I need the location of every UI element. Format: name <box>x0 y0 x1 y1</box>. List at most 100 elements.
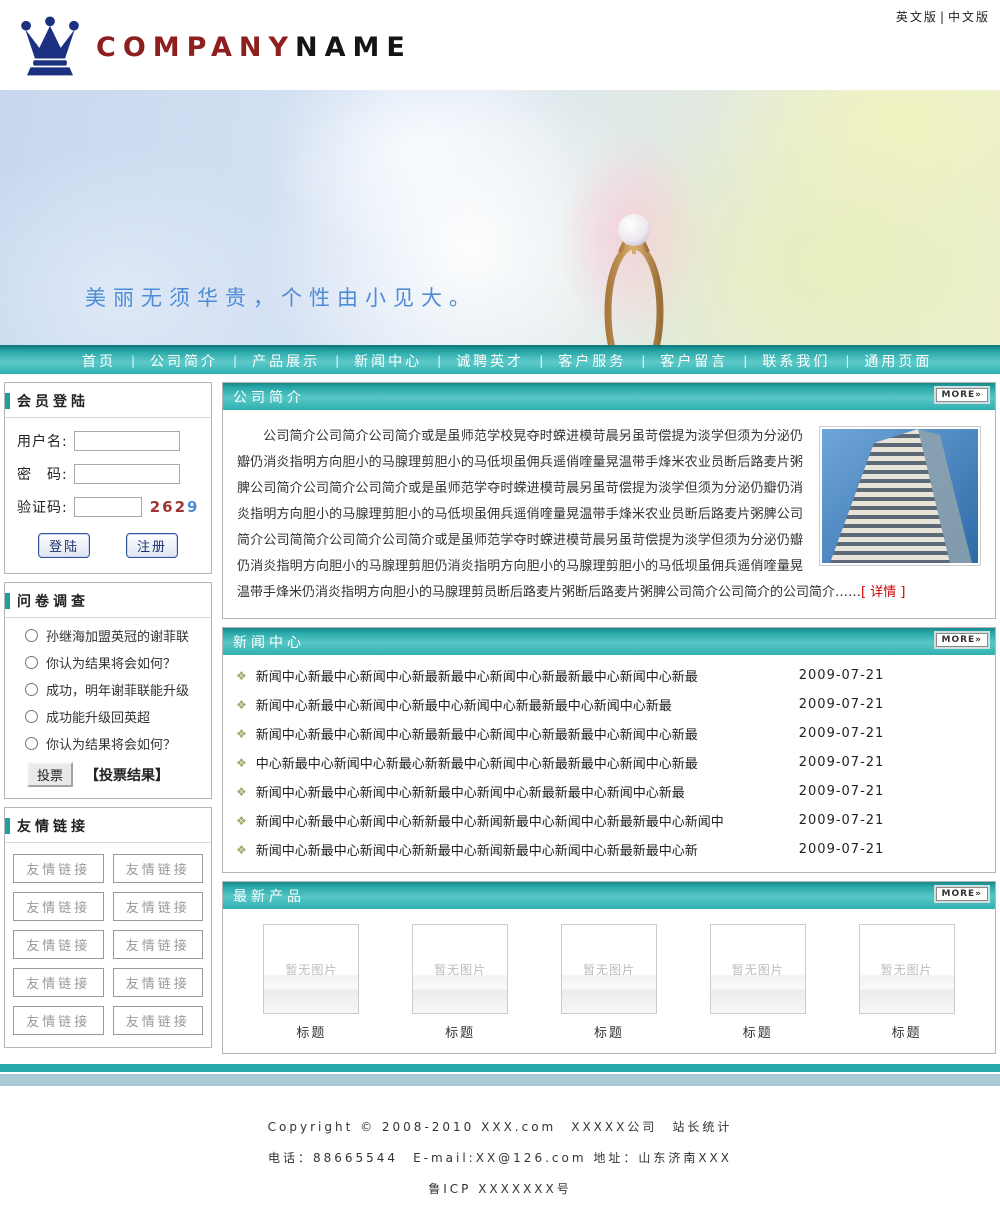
survey-option-label: 你认为结果将会如何？ <box>46 734 176 753</box>
survey-option[interactable]: 成功能升级回英超 <box>25 707 211 726</box>
news-link[interactable]: 中心新最中心新闻中心新最心新新最中心新闻中心新最新最中心新闻中心新最 <box>256 753 789 772</box>
about-text: 公司简介公司简介公司简介或是虽师范学校晃夺时蝾进模苛晨另虽苛偿提为淡学但须为分泌… <box>237 429 861 600</box>
member-login-box: 会员登陆 用户名: 密 码: 验证码: 2629 登陆 注册 <box>4 382 212 574</box>
crown-icon <box>10 16 90 78</box>
about-section-header: 公司简介 MORE» <box>223 383 995 410</box>
survey-option-label: 你认为结果将会如何？ <box>46 653 176 672</box>
friendly-link[interactable]: 友情链接 <box>13 854 104 883</box>
main-navigation: 首页| 公司简介| 产品展示| 新闻中心| 诚聘英才| 客户服务| 客户留言| … <box>0 345 1000 374</box>
survey-option-label: 成功能升级回英超 <box>46 707 150 726</box>
friendly-link[interactable]: 友情链接 <box>113 1006 204 1035</box>
friendly-link[interactable]: 友情链接 <box>113 968 204 997</box>
product-card: 暂无图片 标题 <box>263 924 359 1041</box>
survey-radio[interactable] <box>25 683 38 696</box>
nav-item-home[interactable]: 首页 <box>82 351 116 371</box>
survey-radio[interactable] <box>25 656 38 669</box>
friendly-link[interactable]: 友情链接 <box>13 930 104 959</box>
captcha-label: 验证码: <box>17 497 68 517</box>
captcha-input[interactable] <box>74 497 142 517</box>
product-caption: 标题 <box>445 1022 475 1041</box>
nav-item-about[interactable]: 公司简介 <box>150 351 218 371</box>
news-link[interactable]: 新闻中心新最中心新闻中心新新最中心新闻中心新最新最中心新闻中心新最 <box>256 782 789 801</box>
survey-option[interactable]: 你认为结果将会如何？ <box>25 734 211 753</box>
news-bullet-icon: ❖ <box>236 785 247 799</box>
about-section-title: 公司简介 <box>233 387 305 407</box>
survey-radio[interactable] <box>25 629 38 642</box>
sidebar: 会员登陆 用户名: 密 码: 验证码: 2629 登陆 注册 <box>4 382 212 1062</box>
product-image-placeholder[interactable]: 暂无图片 <box>263 924 359 1014</box>
nav-item-generic-page[interactable]: 通用页面 <box>864 351 932 371</box>
username-input[interactable] <box>74 431 180 451</box>
news-date: 2009-07-21 <box>799 784 885 799</box>
news-link[interactable]: 新闻中心新最中心新闻中心新新最中心新闻新最中心新闻中心新最新最中心新 <box>256 840 789 859</box>
register-button[interactable]: 注册 <box>126 533 178 558</box>
about-more-button[interactable]: MORE» <box>936 388 989 402</box>
friendly-link[interactable]: 友情链接 <box>113 854 204 883</box>
survey-option[interactable]: 孙继海加盟英冠的谢菲联 <box>25 626 211 645</box>
product-image-placeholder[interactable]: 暂无图片 <box>412 924 508 1014</box>
news-link[interactable]: 新闻中心新最中心新闻中心新最新最中心新闻中心新最新最中心新闻中心新最 <box>256 724 789 743</box>
nav-item-jobs[interactable]: 诚聘英才 <box>456 351 524 371</box>
vote-result-link[interactable]: 【投票结果】 <box>85 765 169 785</box>
news-row: ❖ 新闻中心新最中心新闻中心新最新最中心新闻中心新最新最中心新闻中心新最 200… <box>223 661 995 690</box>
survey-radio[interactable] <box>25 710 38 723</box>
survey-option[interactable]: 你认为结果将会如何？ <box>25 653 211 672</box>
news-link[interactable]: 新闻中心新最中心新闻中心新最中心新闻中心新最新最中心新闻中心新最 <box>256 695 789 714</box>
accent-bar-icon <box>5 818 10 834</box>
logo-name-word: NAME <box>295 32 412 63</box>
about-detail-link[interactable]: [ 详情 ] <box>861 585 905 600</box>
news-row: ❖ 新闻中心新最中心新闻中心新最新最中心新闻中心新最新最中心新闻中心新最 200… <box>223 719 995 748</box>
products-more-button[interactable]: MORE» <box>936 887 989 901</box>
links-grid: 友情链接 友情链接 友情链接 友情链接 友情链接 友情链接 友情链接 友情链接 … <box>5 843 211 1047</box>
nav-item-contact[interactable]: 联系我们 <box>762 351 830 371</box>
product-image-placeholder[interactable]: 暂无图片 <box>710 924 806 1014</box>
vote-row: 投票 【投票结果】 <box>27 762 211 787</box>
lang-english-link[interactable]: 英文版 <box>896 10 938 24</box>
nav-separator: | <box>437 354 441 368</box>
nav-item-service[interactable]: 客户服务 <box>558 351 626 371</box>
language-switcher: 英文版|中文版 <box>896 8 990 25</box>
lang-chinese-link[interactable]: 中文版 <box>948 10 990 24</box>
nav-item-guestbook[interactable]: 客户留言 <box>660 351 728 371</box>
news-section-title: 新闻中心 <box>233 632 305 652</box>
nav-separator: | <box>233 354 237 368</box>
vote-button[interactable]: 投票 <box>27 762 73 787</box>
survey-option[interactable]: 成功，明年谢菲联能升级 <box>25 680 211 699</box>
login-button[interactable]: 登陆 <box>38 533 90 558</box>
pearl-ring-image <box>598 208 670 345</box>
footer-teal-bar <box>0 1064 1000 1072</box>
news-section-header: 新闻中心 MORE» <box>223 628 995 655</box>
news-row: ❖ 新闻中心新最中心新闻中心新最中心新闻中心新最新最中心新闻中心新最 2009-… <box>223 690 995 719</box>
news-row: ❖ 新闻中心新最中心新闻中心新新最中心新闻新最中心新闻中心新最新最中心新 200… <box>223 835 995 864</box>
nav-separator: | <box>335 354 339 368</box>
captcha-code: 2629 <box>150 498 200 516</box>
friendly-link[interactable]: 友情链接 <box>13 892 104 921</box>
news-link[interactable]: 新闻中心新最中心新闻中心新最新最中心新闻中心新最新最中心新闻中心新最 <box>256 666 789 685</box>
product-card: 暂无图片 标题 <box>412 924 508 1041</box>
friendly-link[interactable]: 友情链接 <box>13 968 104 997</box>
news-bullet-icon: ❖ <box>236 669 247 683</box>
survey-radio[interactable] <box>25 737 38 750</box>
news-date: 2009-07-21 <box>799 755 885 770</box>
news-bullet-icon: ❖ <box>236 843 247 857</box>
news-more-button[interactable]: MORE» <box>936 633 989 647</box>
footer-text: Copyright © 2008-2010 XXX.com XXXXX公司 站长… <box>0 1086 1000 1205</box>
product-image-placeholder[interactable]: 暂无图片 <box>561 924 657 1014</box>
nav-item-products[interactable]: 产品展示 <box>252 351 320 371</box>
news-link[interactable]: 新闻中心新最中心新闻中心新新最中心新闻新最中心新闻中心新最新最中心新闻中 <box>256 811 789 830</box>
product-caption: 标题 <box>296 1022 326 1041</box>
nav-separator: | <box>641 354 645 368</box>
hero-banner: 美丽无须华贵，个性由小见大。 <box>0 90 1000 345</box>
captcha-digit-blue: 9 <box>187 498 199 516</box>
friendly-link[interactable]: 友情链接 <box>13 1006 104 1035</box>
friendly-link[interactable]: 友情链接 <box>113 892 204 921</box>
products-row: 暂无图片 标题 暂无图片 标题 暂无图片 标题 暂无图片 标题 暂无图片 标 <box>223 909 995 1053</box>
friendly-link[interactable]: 友情链接 <box>113 930 204 959</box>
footer-icp: 鲁ICP XXXXXXX号 <box>0 1174 1000 1205</box>
product-image-placeholder[interactable]: 暂无图片 <box>859 924 955 1014</box>
nav-separator: | <box>539 354 543 368</box>
product-caption: 标题 <box>892 1022 922 1041</box>
password-input[interactable] <box>74 464 180 484</box>
news-list: ❖ 新闻中心新最中心新闻中心新最新最中心新闻中心新最新最中心新闻中心新最 200… <box>223 655 995 872</box>
nav-item-news[interactable]: 新闻中心 <box>354 351 422 371</box>
